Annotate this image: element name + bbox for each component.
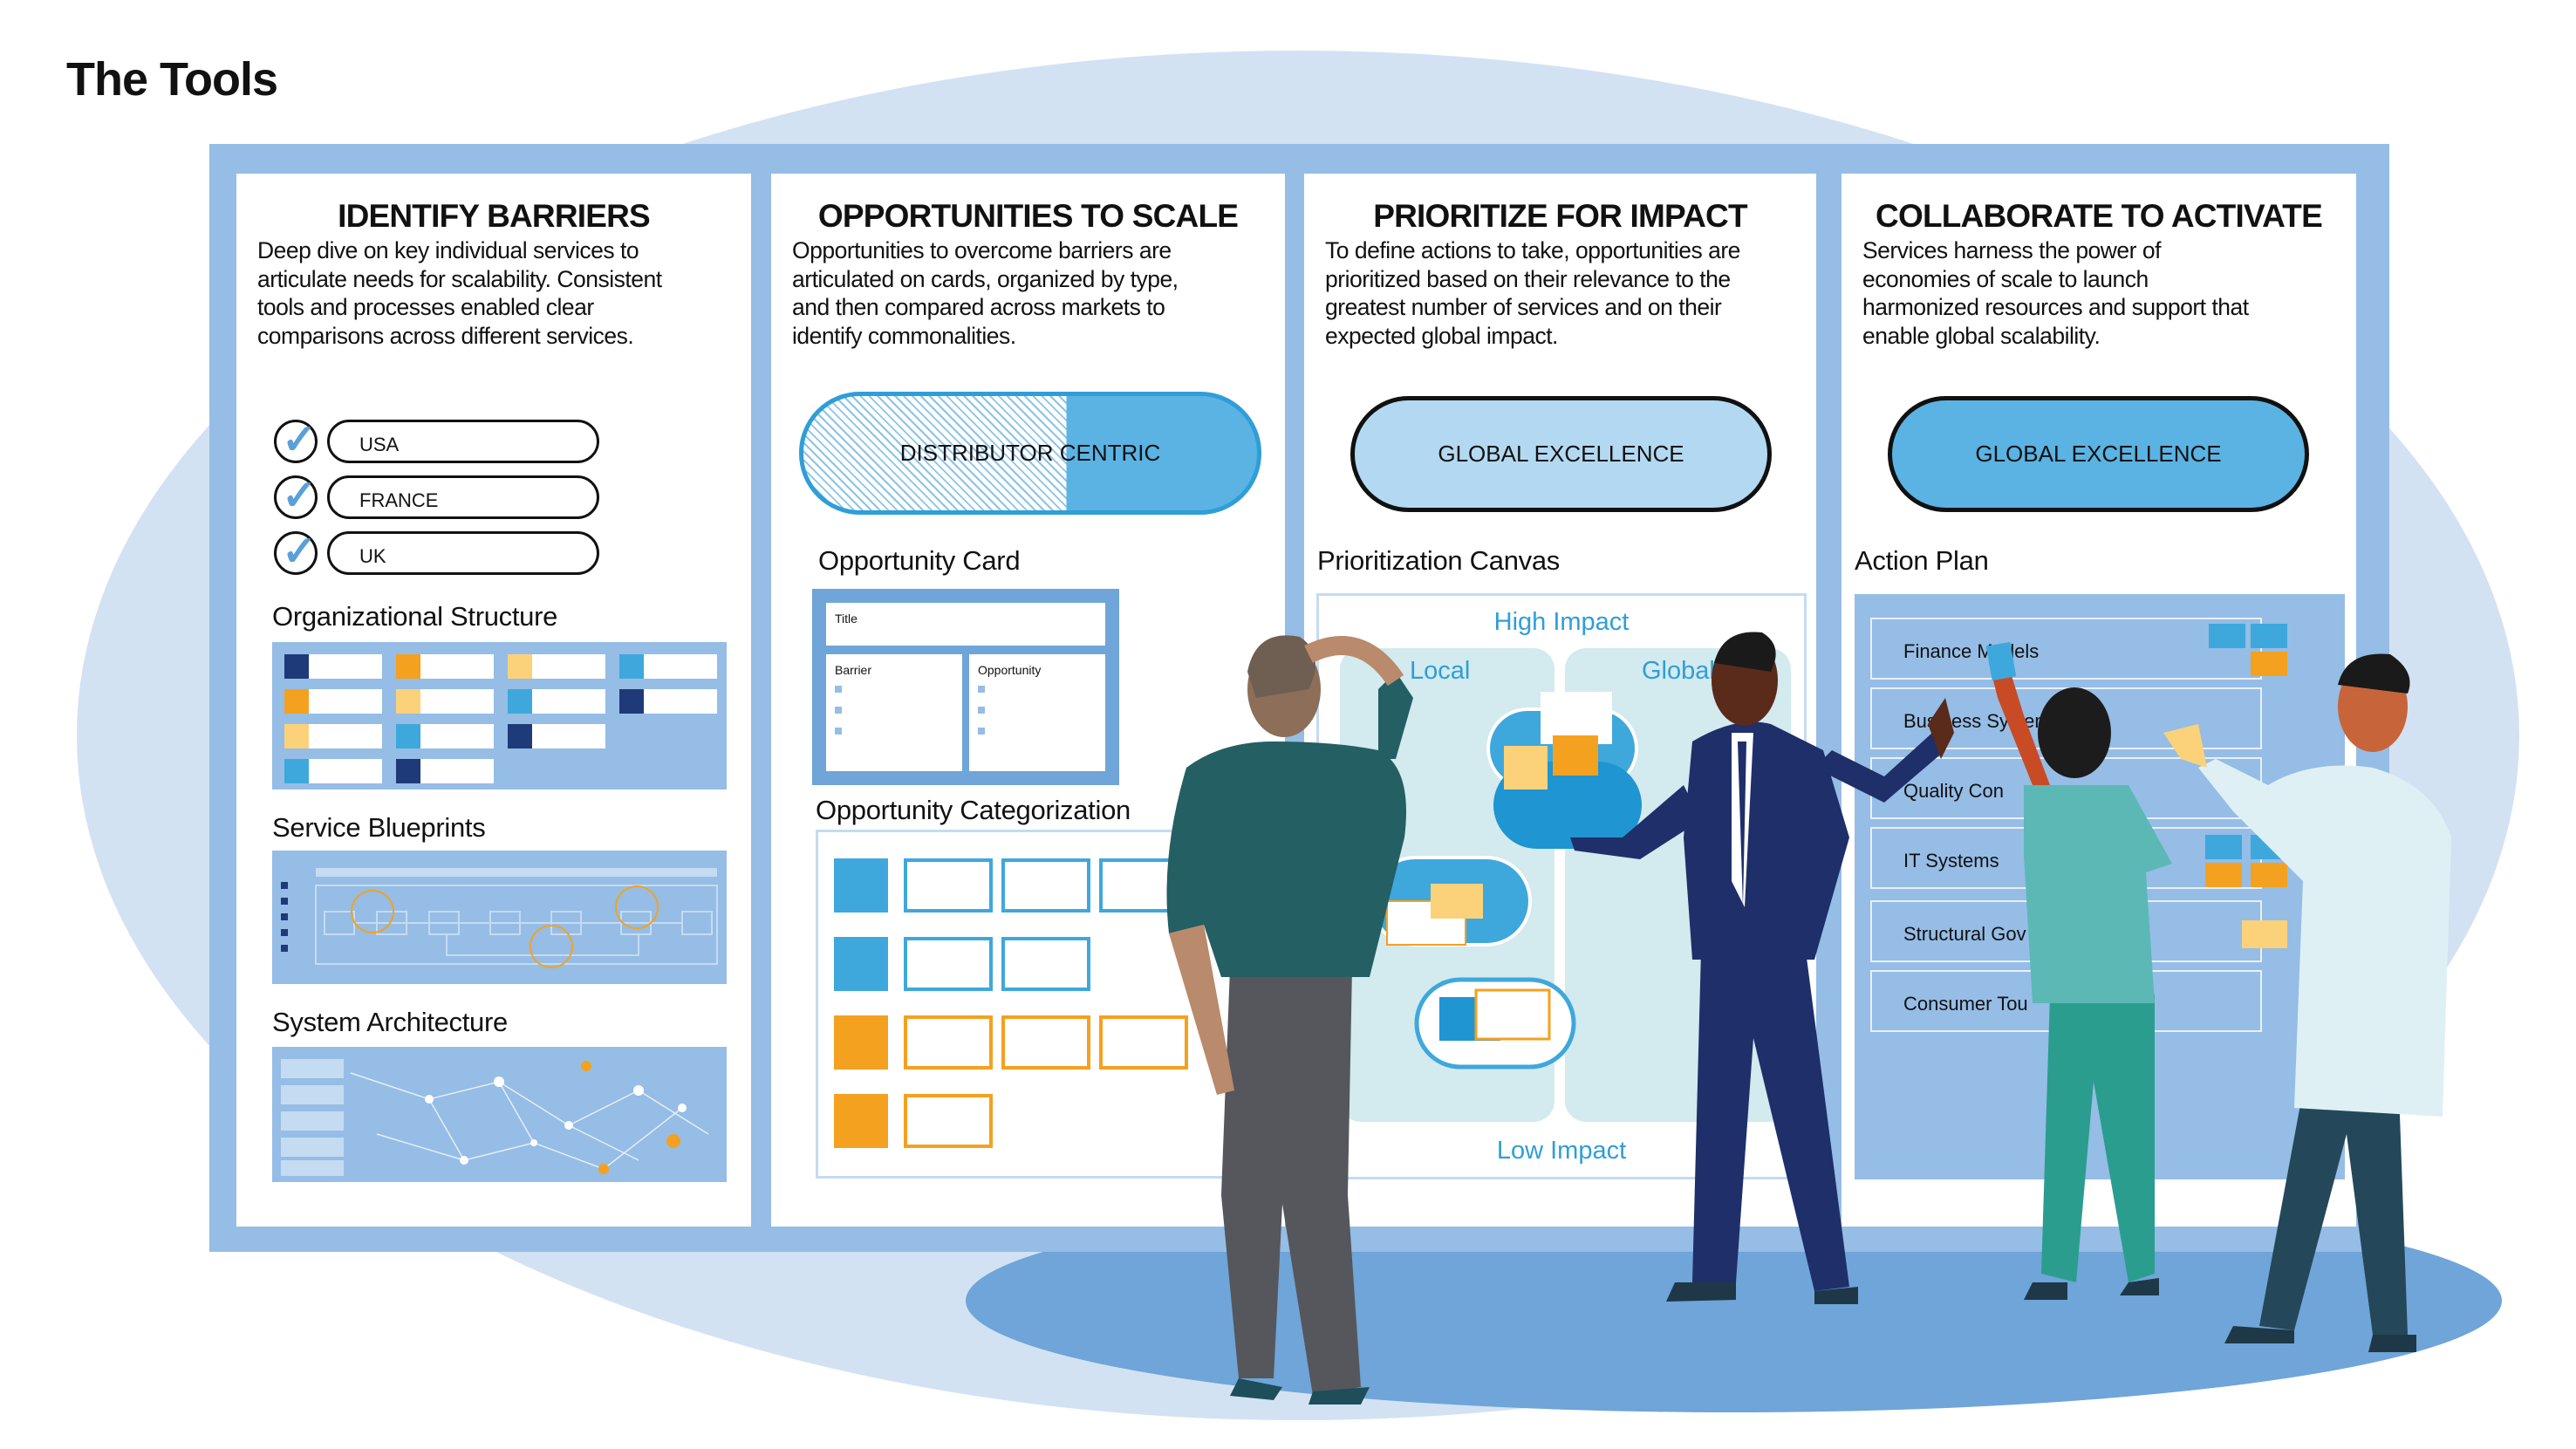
man-green-shirt bbox=[1166, 635, 1413, 1405]
people-illustration bbox=[1166, 632, 2451, 1405]
man-in-suit bbox=[1570, 632, 1954, 1304]
nurse bbox=[1985, 641, 2172, 1300]
doctor bbox=[2163, 653, 2451, 1352]
